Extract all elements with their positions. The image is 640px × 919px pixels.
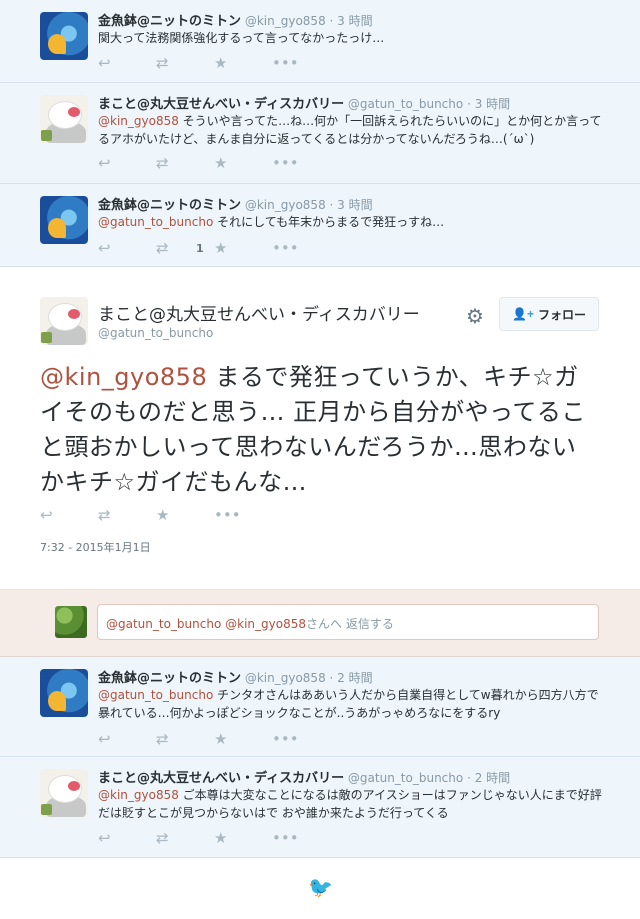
reply-mention: @gatun_to_buncho (106, 617, 222, 631)
tweet[interactable]: 金魚鉢@ニットのミトン @kin_gyo858 · 2 時間 @gatun_to… (0, 657, 640, 757)
tweet-fullname[interactable]: 金魚鉢@ニットのミトン (98, 198, 241, 213)
tweet[interactable]: 金魚鉢@ニットのミトン @kin_gyo858 · 3 時間 @gatun_to… (0, 184, 640, 267)
goldfish-avatar-image (40, 669, 88, 717)
star-icon[interactable]: ★ (214, 239, 272, 257)
retweet-icon[interactable]: ⇄ (98, 506, 156, 524)
avatar[interactable] (40, 196, 88, 244)
more-icon[interactable]: ••• (272, 54, 330, 72)
retweet-icon[interactable]: ⇄ (156, 54, 214, 72)
tweet-fullname[interactable]: まこと@丸大豆せんべい・ディスカバリー (98, 97, 344, 112)
mention-link[interactable]: @gatun_to_buncho (98, 688, 213, 702)
leaf-avatar-image (55, 606, 87, 638)
focus-actions: ↩ ⇄ ★ ••• (40, 506, 272, 524)
retweet-icon[interactable]: ⇄ (156, 829, 214, 847)
avatar[interactable] (40, 669, 88, 717)
tweet-text: @kin_gyo858 ご本尊は大変なことになるは敵のアイスショーはファンじゃな… (98, 786, 603, 822)
tweet-text: @kin_gyo858 そういや言ってた…ね…何か「一回訴えられたらいいのに」と… (98, 112, 603, 148)
retweet-icon[interactable]: ⇄ 1 (156, 239, 214, 257)
star-icon[interactable]: ★ (214, 730, 272, 748)
mention-link[interactable]: @kin_gyo858 (98, 788, 179, 802)
focus-fullname[interactable]: まこと@丸大豆せんべい・ディスカバリー (98, 300, 420, 325)
tweet-actions: ↩ ⇄ ★ ••• (98, 829, 330, 847)
focused-tweet: まこと@丸大豆せんべい・ディスカバリー @gatun_to_buncho ⚙ 👤… (0, 267, 640, 590)
follow-button[interactable]: 👤+ フォロー (499, 297, 599, 331)
reply-icon[interactable]: ↩ (98, 829, 156, 847)
focus-timestamp[interactable]: 7:32 - 2015年1月1日 (40, 539, 151, 555)
bird-avatar-image (40, 95, 88, 143)
tweet-time[interactable]: · 3 時間 (330, 198, 373, 212)
tweet-fullname[interactable]: まこと@丸大豆せんべい・ディスカバリー (98, 771, 344, 786)
retweet-count: 1 (196, 242, 204, 255)
more-icon[interactable]: ••• (272, 239, 330, 257)
tweet[interactable]: まこと@丸大豆せんべい・ディスカバリー @gatun_to_buncho · 2… (0, 757, 640, 858)
more-icon[interactable]: ••• (214, 506, 272, 524)
reply-input[interactable]: @gatun_to_buncho @kin_gyo858さんへ 返信する (97, 604, 599, 640)
more-icon[interactable]: ••• (272, 154, 330, 172)
tweet-text: @gatun_to_buncho チンタオさんはああいう人だから自業自得としてw… (98, 686, 603, 722)
mention-link[interactable]: @kin_gyo858 (40, 363, 207, 391)
tweet-actions: ↩ ⇄ 1 ★ ••• (98, 239, 330, 257)
focus-username[interactable]: @gatun_to_buncho (98, 326, 213, 340)
focus-tweet-text: @kin_gyo858 まるで発狂っていうか、キチ☆ガイそのものだと思う… 正月… (40, 360, 600, 500)
tweet-header: まこと@丸大豆せんべい・ディスカバリー @gatun_to_buncho · 2… (98, 767, 510, 786)
tweet-username[interactable]: @gatun_to_buncho (348, 771, 463, 785)
tweet-text: 関大って法務関係強化するって言ってなかったっけ… (98, 29, 603, 47)
bird-avatar-image (40, 769, 88, 817)
avatar[interactable] (40, 297, 88, 345)
bird-avatar-image (40, 297, 88, 345)
tweet-actions: ↩ ⇄ ★ ••• (98, 54, 330, 72)
star-icon[interactable]: ★ (156, 506, 214, 524)
retweet-icon[interactable]: ⇄ (156, 154, 214, 172)
avatar[interactable] (40, 95, 88, 143)
tweet[interactable]: 金魚鉢@ニットのミトン @kin_gyo858 · 3 時間 関大って法務関係強… (0, 0, 640, 83)
reply-icon[interactable]: ↩ (98, 54, 156, 72)
tweet[interactable]: まこと@丸大豆せんべい・ディスカバリー @gatun_to_buncho · 3… (0, 83, 640, 184)
reply-icon[interactable]: ↩ (98, 239, 156, 257)
retweet-icon[interactable]: ⇄ (156, 730, 214, 748)
add-person-icon: 👤+ (512, 307, 534, 321)
follow-button-label: フォロー (537, 307, 586, 322)
gear-icon[interactable]: ⚙ (466, 304, 484, 328)
more-icon[interactable]: ••• (272, 730, 330, 748)
tweet-text-body: 関大って法務関係強化するって言ってなかったっけ… (98, 31, 385, 45)
twitter-bird-icon: 🐦 (308, 875, 333, 899)
tweet-time[interactable]: · 3 時間 (330, 14, 373, 28)
reply-icon[interactable]: ↩ (40, 506, 98, 524)
star-icon[interactable]: ★ (214, 154, 272, 172)
tweet-fullname[interactable]: 金魚鉢@ニットのミトン (98, 671, 241, 686)
avatar[interactable] (40, 12, 88, 60)
star-icon[interactable]: ★ (214, 54, 272, 72)
tweet-header: まこと@丸大豆せんべい・ディスカバリー @gatun_to_buncho · 3… (98, 93, 510, 112)
tweet-header: 金魚鉢@ニットのミトン @kin_gyo858 · 2 時間 (98, 667, 373, 686)
goldfish-avatar-image (40, 196, 88, 244)
tweet-text-body: それにしても年末からまるで発狂っすね… (213, 215, 445, 229)
mention-link[interactable]: @gatun_to_buncho (98, 215, 213, 229)
tweet-actions: ↩ ⇄ ★ ••• (98, 154, 330, 172)
tweet-header: 金魚鉢@ニットのミトン @kin_gyo858 · 3 時間 (98, 10, 373, 29)
avatar (55, 606, 87, 638)
reply-mention: @kin_gyo858 (225, 617, 306, 631)
tweet-username[interactable]: @kin_gyo858 (245, 198, 326, 212)
mention-link[interactable]: @kin_gyo858 (98, 114, 179, 128)
avatar[interactable] (40, 769, 88, 817)
tweet-time[interactable]: · 2 時間 (330, 671, 373, 685)
tweet-text: @gatun_to_buncho それにしても年末からまるで発狂っすね… (98, 213, 603, 231)
tweet-username[interactable]: @gatun_to_buncho (348, 97, 463, 111)
goldfish-avatar-image (40, 12, 88, 60)
tweet-header: 金魚鉢@ニットのミトン @kin_gyo858 · 3 時間 (98, 194, 373, 213)
reply-bar: @gatun_to_buncho @kin_gyo858さんへ 返信する (0, 590, 640, 657)
reply-placeholder: さんへ 返信する (306, 617, 394, 631)
tweet-username[interactable]: @kin_gyo858 (245, 14, 326, 28)
reply-icon[interactable]: ↩ (98, 154, 156, 172)
tweet-time[interactable]: · 2 時間 (467, 771, 510, 785)
more-icon[interactable]: ••• (272, 829, 330, 847)
reply-icon[interactable]: ↩ (98, 730, 156, 748)
tweet-username[interactable]: @kin_gyo858 (245, 671, 326, 685)
tweet-time[interactable]: · 3 時間 (467, 97, 510, 111)
tweet-actions: ↩ ⇄ ★ ••• (98, 730, 330, 748)
star-icon[interactable]: ★ (214, 829, 272, 847)
tweet-fullname[interactable]: 金魚鉢@ニットのミトン (98, 14, 241, 29)
